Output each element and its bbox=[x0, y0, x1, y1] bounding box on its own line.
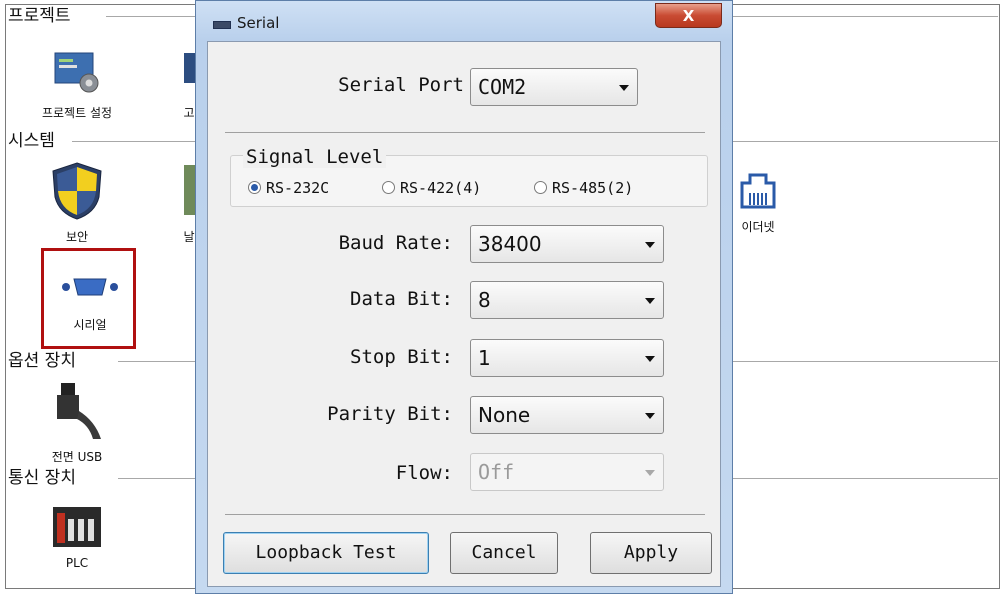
serial-window-icon bbox=[213, 21, 231, 29]
serial-dialog: Serial X Serial Port COM2 Signal Level R… bbox=[195, 0, 733, 594]
radio-dot-icon bbox=[248, 181, 261, 194]
baud-rate-select[interactable]: 38400 bbox=[470, 225, 664, 263]
radio-label: RS-485(2) bbox=[552, 179, 634, 197]
plc-item[interactable]: PLC bbox=[32, 505, 122, 570]
project-settings-label: 프로젝트 설정 bbox=[41, 106, 113, 120]
security-item[interactable]: 보안 bbox=[32, 161, 122, 245]
partial-icon bbox=[184, 53, 196, 83]
radio-label: RS-232C bbox=[266, 179, 330, 197]
data-bit-value: 8 bbox=[478, 288, 491, 312]
flow-select: Off bbox=[470, 453, 664, 491]
data-bit-label: Data Bit: bbox=[350, 288, 453, 310]
radio-rs232c[interactable]: RS-232C bbox=[248, 179, 329, 197]
chevron-down-icon bbox=[645, 298, 655, 304]
divider bbox=[225, 132, 705, 133]
flow-value: Off bbox=[478, 460, 515, 484]
plc-label: PLC bbox=[65, 556, 89, 570]
chevron-down-icon bbox=[645, 470, 655, 476]
partial-system-item[interactable]: 날 bbox=[182, 161, 196, 245]
baud-rate-value: 38400 bbox=[478, 232, 542, 256]
data-bit-select[interactable]: 8 bbox=[470, 281, 664, 319]
divider bbox=[225, 514, 705, 515]
security-label: 보안 bbox=[65, 230, 89, 244]
radio-dot-icon bbox=[534, 181, 547, 194]
chevron-down-icon bbox=[645, 242, 655, 248]
project-settings-icon bbox=[54, 52, 99, 93]
radio-label: RS-422(4) bbox=[400, 179, 482, 197]
chevron-down-icon bbox=[619, 85, 629, 91]
loopback-test-button[interactable]: Loopback Test bbox=[223, 532, 429, 574]
parity-bit-value: None bbox=[478, 403, 531, 427]
partial-icon bbox=[184, 165, 196, 215]
plc-module-icon bbox=[53, 507, 101, 547]
radio-dot-icon bbox=[382, 181, 395, 194]
shield-icon bbox=[52, 162, 102, 220]
partial-label: 고 bbox=[183, 106, 195, 120]
signal-level-title: Signal Level bbox=[243, 146, 387, 168]
ethernet-port-icon bbox=[740, 173, 776, 209]
ethernet-item[interactable]: 이더넷 bbox=[726, 167, 790, 235]
section-title-project: 프로젝트 bbox=[8, 6, 73, 26]
radio-rs485[interactable]: RS-485(2) bbox=[534, 179, 633, 197]
project-settings-item[interactable]: 프로젝트 설정 bbox=[22, 51, 132, 121]
close-button[interactable]: X bbox=[655, 3, 722, 28]
ethernet-label: 이더넷 bbox=[741, 220, 775, 234]
dialog-titlebar[interactable]: Serial X bbox=[196, 1, 732, 41]
usb-cable-icon bbox=[57, 383, 101, 439]
chevron-down-icon bbox=[645, 413, 655, 419]
radio-rs422[interactable]: RS-422(4) bbox=[382, 179, 481, 197]
cancel-button[interactable]: Cancel bbox=[450, 532, 558, 574]
stop-bit-label: Stop Bit: bbox=[350, 346, 453, 368]
serial-port-value: COM2 bbox=[478, 75, 527, 99]
stop-bit-value: 1 bbox=[478, 346, 491, 370]
partial-label: 날 bbox=[183, 230, 195, 244]
partial-project-item[interactable]: 고 bbox=[182, 51, 196, 121]
apply-button[interactable]: Apply bbox=[590, 532, 712, 574]
serial-port-select[interactable]: COM2 bbox=[470, 68, 638, 106]
stop-bit-select[interactable]: 1 bbox=[470, 339, 664, 377]
front-usb-item[interactable]: 전면 USB bbox=[32, 381, 122, 465]
section-title-system: 시스템 bbox=[8, 131, 57, 151]
flow-label: Flow: bbox=[395, 462, 453, 484]
parity-bit-select[interactable]: None bbox=[470, 396, 664, 434]
serial-port-label: Serial Port bbox=[338, 74, 464, 96]
chevron-down-icon bbox=[645, 356, 655, 362]
serial-highlight-box bbox=[41, 248, 136, 349]
front-usb-label: 전면 USB bbox=[51, 450, 103, 464]
baud-rate-label: Baud Rate: bbox=[338, 232, 453, 254]
dialog-title: Serial bbox=[237, 14, 280, 32]
section-title-options: 옵션 장치 bbox=[8, 351, 78, 371]
section-title-comm: 통신 장치 bbox=[8, 468, 78, 488]
dialog-body: Serial Port COM2 Signal Level RS-232C RS… bbox=[207, 41, 721, 587]
parity-bit-label: Parity Bit: bbox=[327, 403, 453, 425]
